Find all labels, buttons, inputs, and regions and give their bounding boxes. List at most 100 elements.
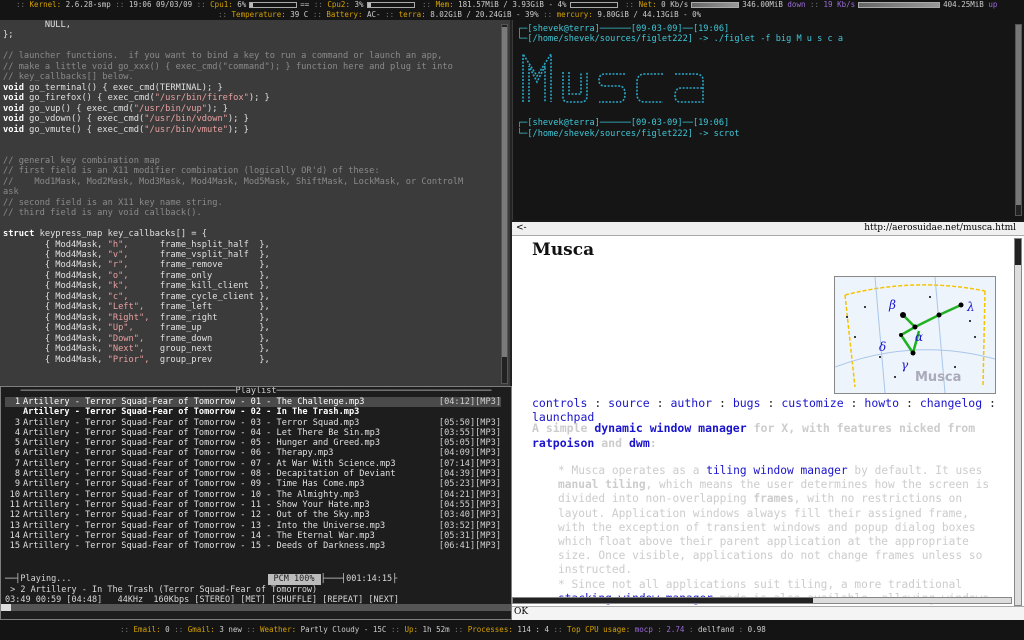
browser-status-line: OK [512, 606, 1024, 620]
track-duration: [07:14][MP3] [438, 458, 501, 469]
track-progress-bar[interactable] [1, 604, 511, 611]
code-line: { Mod4Mask, "Left", frame_left }, [3, 302, 270, 313]
net-down-graph [691, 2, 740, 8]
link-controls[interactable]: controls [532, 396, 587, 410]
playlist-track[interactable]: 14 Artillery - Terror Squad-Fear of Tomor… [5, 531, 501, 541]
track-title: Artillery - Terror Squad-Fear of Tomorro… [23, 448, 334, 459]
code-line: { Mod4Mask, "Next", group_next }, [3, 344, 270, 355]
link-author[interactable]: author [671, 396, 713, 410]
playlist-track[interactable]: 9 Artillery - Terror Squad-Fear of Tomorr… [5, 479, 501, 489]
track-duration: [04:21][MP3] [438, 489, 501, 500]
track-number: 10 [9, 489, 20, 500]
playlist-track[interactable]: 13 Artillery - Terror Squad-Fear of Tomor… [5, 521, 501, 531]
track-number: 8 [14, 469, 20, 480]
track-number: 15 [9, 541, 20, 552]
code-line: ask [3, 187, 19, 198]
browser-vscroll-thumb[interactable] [1015, 239, 1021, 265]
status-line-2: :: Temperature: 39 C :: Battery: AC- :: … [218, 10, 702, 19]
track-title: Artillery - Terror Squad-Fear of Tomorro… [23, 489, 360, 500]
code-line: void go_terminal() { exec_cmd(TERMINAL);… [3, 82, 223, 93]
link-ratpoison[interactable]: ratpoison [532, 436, 594, 450]
constellation-map-image: β λ α δ γ Musca [834, 276, 996, 394]
playlist-track[interactable]: 10 Artillery - Terror Squad-Fear of Tomor… [5, 490, 501, 500]
link-tiling-window-manager[interactable]: tiling window manager [706, 464, 847, 477]
nav-links: controls : source : author : bugs : cust… [532, 396, 996, 424]
code-line: // make a little void go_xxx() { exec_cm… [3, 61, 453, 72]
link-dwm[interactable]: dwm [629, 436, 650, 450]
playlist-track[interactable]: 1 Artillery - Terror Squad-Fear of Tomorr… [5, 397, 501, 408]
svg-text:γ: γ [901, 358, 909, 372]
status-line-1: :: Kernel: 2.6.28-smp :: 19:06 09/03/09 … [16, 0, 998, 9]
svg-text:δ: δ [879, 340, 886, 354]
track-number: 11 [9, 499, 20, 510]
code-line: { Mod4Mask, "Right", frame_right }, [3, 312, 270, 323]
track-duration: [04:09][MP3] [438, 448, 501, 459]
track-duration: [04:39][MP3] [438, 469, 501, 480]
link-source[interactable]: source [608, 396, 650, 410]
track-number [5, 407, 23, 417]
terminal-scrollbar[interactable] [1015, 24, 1022, 216]
playlist-title: ────────────────────────────────────────… [20, 386, 492, 396]
code-line: struct keypress_map key_callbacks[] = { [3, 229, 207, 240]
playlist-track[interactable]: 5 Artillery - Terror Squad-Fear of Tomorr… [5, 438, 501, 448]
terminal-prompt-1: ┌─[shevek@terra]──────[09-03-09]──[19:06… [517, 24, 844, 45]
link-changelog[interactable]: changelog [920, 396, 982, 410]
editor-scroll-thumb[interactable] [502, 27, 507, 357]
svg-text:λ: λ [966, 300, 975, 314]
browser-vertical-scrollbar[interactable] [1014, 238, 1022, 606]
track-title: Artillery - Terror Squad-Fear of Tomorro… [23, 499, 370, 510]
track-title: Artillery - Terror Squad-Fear of Tomorro… [23, 510, 370, 521]
track-number: 1 [14, 397, 20, 407]
terminal[interactable]: ┌─[shevek@terra]──────[09-03-09]──[19:06… [512, 20, 1024, 220]
track-duration: [05:23][MP3] [438, 479, 501, 490]
playlist-track[interactable]: Artillery - Terror Squad-Fear of Tomorro… [5, 407, 501, 417]
playlist[interactable]: 1 Artillery - Terror Squad-Fear of Tomorr… [5, 397, 501, 551]
code-line: void go_firefox() { exec_cmd("/usr/bin/f… [3, 93, 270, 104]
bottom-status-bar: :: Email: 0 :: Gmail: 3 new :: Weather: … [0, 620, 1024, 640]
code-line: // key_callbacks[] below. [3, 72, 134, 83]
terminal-prompt-2: ┌─[shevek@terra]──────[09-03-09]──[19:06… [517, 118, 740, 139]
browser-hscroll-thumb[interactable] [513, 598, 813, 603]
svg-text:β: β [888, 298, 896, 312]
track-number: 5 [14, 438, 20, 449]
url-bar[interactable]: <- http://aerosuidae.net/musca.html [512, 222, 1024, 236]
web-browser[interactable]: <- http://aerosuidae.net/musca.html Musc… [512, 222, 1024, 620]
link-dynamic-window-manager[interactable]: dynamic window manager [594, 421, 746, 435]
track-title: Artillery - Terror Squad-Fear of Tomorro… [23, 541, 386, 552]
playlist-track[interactable]: 11 Artillery - Terror Squad-Fear of Tomor… [5, 500, 501, 510]
mem-meter [569, 2, 618, 8]
terminal-scroll-thumb[interactable] [1016, 25, 1021, 205]
track-duration: [04:12][MP3] [438, 397, 501, 407]
music-player[interactable]: ────────────────────────────────────────… [0, 386, 512, 620]
editor-text[interactable]: NULL, }; // launcher functions. if you w… [0, 20, 510, 365]
link-bugs[interactable]: bugs [733, 396, 761, 410]
svg-text:α: α [915, 330, 923, 344]
link-howto[interactable]: howto [864, 396, 899, 410]
track-duration: [06:41][MP3] [438, 541, 501, 552]
code-line: void go_vmute() { exec_cmd("/usr/bin/vmu… [3, 124, 249, 135]
editor-scrollbar[interactable] [501, 24, 508, 384]
track-number: 9 [14, 479, 20, 490]
url-text[interactable]: http://aerosuidae.net/musca.html [864, 223, 1016, 235]
code-line: void go_vup() { exec_cmd("/usr/bin/vup")… [3, 103, 228, 114]
back-button[interactable]: <- [516, 223, 527, 235]
track-duration: [05:05][MP3] [438, 438, 501, 449]
code-line: { Mod4Mask, "v", frame_vsplit_half }, [3, 249, 270, 260]
code-line: { Mod4Mask, "r", frame_remove }, [3, 260, 270, 271]
playlist-track[interactable]: 4 Artillery - Terror Squad-Fear of Tomorr… [5, 428, 501, 438]
playlist-track[interactable]: 15 Artillery - Terror Squad-Fear of Tomor… [5, 541, 501, 551]
browser-horizontal-scrollbar[interactable] [512, 597, 1012, 604]
playlist-track[interactable]: 7 Artillery - Terror Squad-Fear of Tomorr… [5, 459, 501, 469]
code-editor[interactable]: NULL, }; // launcher functions. if you w… [0, 20, 512, 386]
playlist-track[interactable]: 6 Artillery - Terror Squad-Fear of Tomorr… [5, 448, 501, 458]
track-title: Artillery - Terror Squad-Fear of Tomorro… [23, 397, 365, 407]
playlist-track[interactable]: 8 Artillery - Terror Squad-Fear of Tomorr… [5, 469, 501, 479]
track-title: Artillery - Terror Squad-Fear of Tomorro… [23, 479, 365, 490]
playlist-track[interactable]: 3 Artillery - Terror Squad-Fear of Tomorr… [5, 418, 501, 428]
link-customize[interactable]: customize [781, 396, 843, 410]
code-line: { Mod4Mask, "h", frame_hsplit_half }, [3, 239, 270, 250]
code-line: { Mod4Mask, "Prior", group_prev }, [3, 354, 270, 365]
code-line: { Mod4Mask, "o", frame_only }, [3, 270, 270, 281]
code-line: }; [3, 30, 14, 41]
playlist-track[interactable]: 12 Artillery - Terror Squad-Fear of Tomor… [5, 510, 501, 520]
